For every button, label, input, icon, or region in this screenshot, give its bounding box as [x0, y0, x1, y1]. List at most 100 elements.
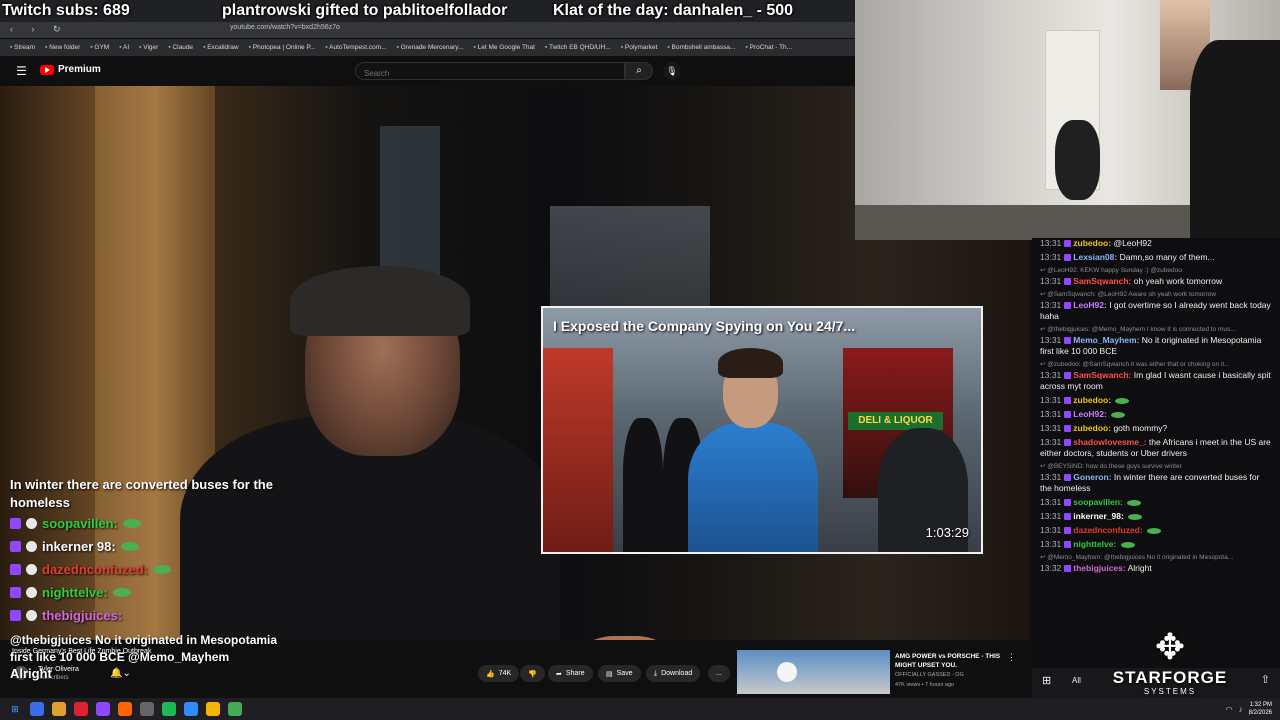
chat-username[interactable]: SamSqwanch:	[1073, 370, 1131, 380]
user-badge-icon	[26, 518, 37, 529]
chat-badge-icon	[1064, 411, 1072, 419]
search-box[interactable]	[355, 62, 625, 82]
chat-username[interactable]: thebigjuices:	[1073, 563, 1125, 573]
windows-start-icon[interactable]: ⊞	[8, 702, 22, 716]
bookmark-item[interactable]: Let Me Google That	[474, 44, 535, 51]
chat-message: 13:31 LeoH92:	[1032, 409, 1280, 420]
browser-address-bar[interactable]: ‹ › ↻ youtube.com/watch?v=bxd2h56z7o	[0, 22, 855, 38]
more-actions-button[interactable]: ...	[708, 665, 730, 682]
starforge-emblem-icon: ✥	[1154, 626, 1186, 667]
hamburger-menu-icon[interactable]: ☰	[16, 64, 27, 78]
chat-username[interactable]: inkerner_98:	[1073, 511, 1124, 521]
twitch-icon[interactable]	[96, 702, 110, 716]
bookmark-item[interactable]: New folder	[45, 44, 80, 51]
bookmark-item[interactable]: Photopea | Online P...	[249, 44, 316, 51]
recommended-thumbnail[interactable]	[737, 650, 890, 694]
taskbar-clock[interactable]: 1:32 PM 8/2/2026	[1249, 701, 1272, 717]
bookmark-item[interactable]: Polymarket	[621, 44, 658, 51]
chat-timestamp: 13:31	[1040, 409, 1062, 419]
chat-username[interactable]: soopavillen:	[1073, 497, 1123, 507]
chat-username[interactable]: Goneron:	[1073, 472, 1111, 482]
bookmark-item[interactable]: Grenade Mercenary...	[397, 44, 464, 51]
recommended-video[interactable]: AMG POWER vs PORSCHE - THIS MIGHT UPSET …	[737, 650, 1017, 694]
chat-text: @LeoH92	[1113, 238, 1152, 248]
taskbar-app-icon[interactable]	[30, 702, 44, 716]
bookmark-item[interactable]: Excalidraw	[203, 44, 238, 51]
bookmark-item[interactable]: Twitch EB QHD/UH...	[545, 44, 611, 51]
bookmark-item[interactable]: GYM	[90, 44, 109, 51]
chat-filter-all[interactable]: All	[1072, 676, 1081, 685]
emote-icon	[1111, 411, 1126, 418]
chat-text: Damn,so many of them...	[1119, 252, 1215, 262]
search-icon: ⌕	[636, 65, 642, 76]
save-button[interactable]: ▤ Save	[598, 665, 641, 682]
video-thumbnail-overlay[interactable]: DELI & LIQUOR I Exposed the Company Spyi…	[541, 306, 983, 554]
wifi-icon[interactable]: ◠	[1226, 705, 1233, 714]
url-text[interactable]: youtube.com/watch?v=bxd2h56z7o	[230, 24, 340, 31]
bell-icon[interactable]: 🔔⌄	[110, 668, 131, 679]
chat-message: 13:31 soopavillen:	[1032, 497, 1280, 508]
chat-reply-context: ↩ @Memo_Mayhem: @thebigjuices No it orig…	[1040, 554, 1234, 561]
taskbar-app-icon[interactable]	[184, 702, 198, 716]
chat-badge-icon	[1064, 254, 1072, 262]
bookmark-item[interactable]: Viger	[139, 44, 158, 51]
sub-badge-icon	[10, 518, 21, 529]
search-button[interactable]: ⌕	[625, 62, 653, 80]
search-input[interactable]	[356, 65, 624, 82]
recommended-title[interactable]: AMG POWER vs PORSCHE - THIS MIGHT UPSET …	[895, 652, 1007, 670]
chat-username[interactable]: Lexsian08:	[1073, 252, 1117, 262]
bookmark-item[interactable]: AI	[119, 44, 129, 51]
taskbar-app-icon[interactable]	[74, 702, 88, 716]
dislike-button[interactable]: 👎	[520, 665, 545, 682]
kebab-menu-icon[interactable]: ⋮	[1007, 652, 1016, 663]
chat-username[interactable]: LeoH92:	[1073, 409, 1107, 419]
chat-timestamp: 13:31	[1040, 276, 1062, 286]
share-button[interactable]: ➦ Share	[548, 665, 593, 682]
overlay-chat-username: soopavillen:	[42, 516, 118, 531]
bookmark-item[interactable]: ProChat - Th...	[745, 44, 793, 51]
gifted-sub-alert: plantrowski gifted to pablitoelfollador	[222, 2, 508, 19]
chat-username[interactable]: zubedoo:	[1073, 395, 1111, 405]
gift-icon[interactable]: ⊞	[1042, 674, 1051, 687]
folder-icon[interactable]	[52, 702, 66, 716]
download-icon: ⤓	[654, 669, 658, 677]
browser-nav-icons[interactable]: ‹ › ↻	[10, 24, 69, 35]
send-icon[interactable]: ⇧	[1261, 673, 1270, 686]
bookmark-item[interactable]: Bombshell ambassa...	[667, 44, 736, 51]
bookmark-item[interactable]: Stream	[10, 44, 35, 51]
voice-search-icon[interactable]: 🎙	[663, 62, 681, 80]
chat-badge-icon	[1064, 372, 1072, 380]
chat-username[interactable]: Memo_Mayhem:	[1073, 335, 1139, 345]
youtube-logo[interactable]: Premium	[40, 64, 101, 75]
firefox-icon[interactable]	[118, 702, 132, 716]
chat-username[interactable]: shadowlovesme_:	[1073, 437, 1146, 447]
taskbar-app-icon[interactable]	[140, 702, 154, 716]
volume-icon[interactable]: ♪	[1239, 705, 1243, 714]
chat-message: 13:31 Memo_Mayhem: No it originated in Me…	[1032, 335, 1280, 357]
video-duration: 1:03:29	[925, 525, 969, 540]
share-label: Share	[565, 670, 585, 677]
chat-username[interactable]: LeoH92:	[1073, 300, 1107, 310]
chat-username[interactable]: SamSqwanch:	[1073, 276, 1131, 286]
chat-badge-icon	[1064, 278, 1072, 286]
thumbs-up-icon: 👍	[486, 670, 495, 678]
chat-badge-icon	[1064, 240, 1072, 248]
chat-username[interactable]: zubedoo:	[1073, 423, 1111, 433]
chat-timestamp: 13:31	[1040, 300, 1062, 310]
like-button[interactable]: 👍 74K	[478, 665, 520, 682]
download-button[interactable]: ⤓ Download	[646, 665, 701, 682]
overlay-chat-row: dazednconfuzed:	[10, 558, 300, 581]
user-badge-icon	[26, 564, 37, 575]
chat-badge-icon	[1064, 499, 1072, 507]
chat-username[interactable]: nighttelve:	[1073, 539, 1116, 549]
chat-text: oh yeah work tomorrow	[1133, 276, 1223, 286]
clock-time: 1:32 PM	[1249, 702, 1272, 708]
bookmark-item[interactable]: Claude	[168, 44, 193, 51]
taskbar-app-icon[interactable]	[228, 702, 242, 716]
thumb-host-jacket	[688, 423, 818, 552]
spotify-icon[interactable]	[162, 702, 176, 716]
bookmark-item[interactable]: AutoTempest.com...	[325, 44, 386, 51]
chat-username[interactable]: zubedoo:	[1073, 238, 1111, 248]
chrome-icon[interactable]	[206, 702, 220, 716]
chat-username[interactable]: dazednconfuzed:	[1073, 525, 1142, 535]
